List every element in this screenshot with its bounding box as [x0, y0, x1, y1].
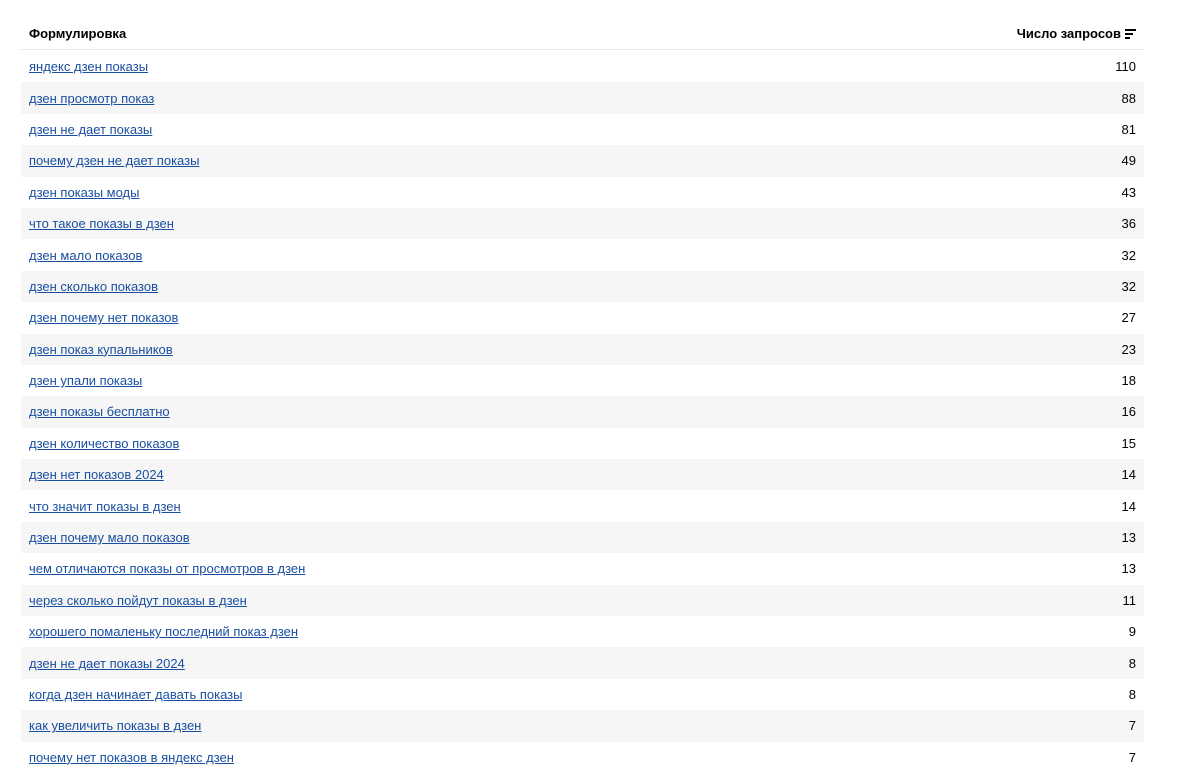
- query-count: 32: [1121, 278, 1136, 294]
- query-count: 32: [1121, 247, 1136, 263]
- query-count: 13: [1121, 530, 1136, 546]
- queries-table: Формулировка Число запросов яндекс дзен …: [21, 18, 1144, 773]
- query-count: 11: [1122, 592, 1137, 608]
- table-row: дзен упали показы 18: [21, 365, 1144, 396]
- phrase-link[interactable]: дзен почему мало показов: [29, 530, 190, 545]
- phrase-link[interactable]: как увеличить показы в дзен: [29, 718, 201, 733]
- table-row: когда дзен начинает давать показы 8: [21, 679, 1144, 710]
- table-row: дзен показы моды 43: [21, 177, 1144, 208]
- query-count: 27: [1121, 310, 1136, 326]
- query-count: 8: [1128, 687, 1136, 702]
- query-count: 110: [1115, 59, 1136, 75]
- table-row: дзен количество показов 15: [21, 428, 1144, 459]
- query-count: 14: [1121, 498, 1136, 514]
- query-count: 16: [1121, 404, 1136, 420]
- table-row: дзен нет показов 2024 14: [21, 459, 1144, 491]
- phrase-link[interactable]: дзен показы бесплатно: [29, 404, 170, 419]
- query-count: 18: [1121, 373, 1136, 389]
- phrase-link[interactable]: дзен показ купальников: [29, 342, 173, 357]
- phrase-column-header: Формулировка: [29, 26, 127, 41]
- table-row: чем отличаются показы от просмотров в дз…: [21, 553, 1144, 584]
- phrase-link[interactable]: дзен почему нет показов: [29, 310, 178, 325]
- table-row: дзен просмотр показ 88: [21, 82, 1144, 114]
- table-row: что значит показы в дзен 14: [21, 490, 1144, 521]
- query-count: 8: [1128, 655, 1136, 671]
- table-row: как увеличить показы в дзен 7: [21, 710, 1144, 742]
- table-body: яндекс дзен показы 110 дзен просмотр показ…: [21, 51, 1144, 773]
- table-row: почему дзен не дает показы 49: [21, 145, 1144, 177]
- phrase-link[interactable]: дзен показы моды: [29, 185, 139, 200]
- phrase-link[interactable]: через сколько пойдут показы в дзен: [29, 593, 247, 608]
- sort-descending-icon[interactable]: [1125, 28, 1136, 40]
- query-count: 23: [1121, 341, 1136, 357]
- phrase-link[interactable]: дзен нет показов 2024: [29, 467, 164, 482]
- phrase-link[interactable]: чем отличаются показы от просмотров в дз…: [29, 561, 305, 576]
- phrase-link[interactable]: почему нет показов в яндекс дзен: [29, 750, 234, 765]
- phrase-link[interactable]: дзен сколько показов: [29, 279, 158, 294]
- phrase-link[interactable]: почему дзен не дает показы: [29, 153, 199, 168]
- table-row: через сколько пойдут показы в дзен 11: [21, 584, 1144, 617]
- query-count: 14: [1121, 467, 1136, 483]
- phrase-link[interactable]: дзен просмотр показ: [29, 91, 154, 106]
- table-row: дзен мало показов 32: [21, 239, 1144, 270]
- count-column-label: Число запросов: [1016, 26, 1121, 41]
- table-header: Формулировка Число запросов: [21, 18, 1144, 50]
- table-row: яндекс дзен показы 110: [21, 51, 1144, 82]
- phrase-link[interactable]: что значит показы в дзен: [29, 499, 181, 514]
- query-count: 88: [1121, 90, 1136, 106]
- query-count: 7: [1128, 749, 1136, 765]
- phrase-link[interactable]: дзен мало показов: [29, 248, 142, 263]
- table-row: почему нет показов в яндекс дзен 7: [21, 742, 1144, 773]
- count-column-header[interactable]: Число запросов: [1017, 26, 1136, 41]
- phrase-link[interactable]: дзен упали показы: [29, 373, 142, 388]
- table-row: дзен не дает показы 2024 8: [21, 647, 1144, 679]
- table-row: что такое показы в дзен 36: [21, 207, 1144, 240]
- table-row: дзен сколько показов 32: [21, 270, 1144, 303]
- phrase-link[interactable]: дзен не дает показы 2024: [29, 656, 185, 671]
- query-count: 43: [1121, 184, 1136, 200]
- table-row: хорошего помаленьку последний показ дзен…: [21, 616, 1144, 647]
- table-row: дзен почему мало показов 13: [21, 521, 1144, 554]
- phrase-link[interactable]: яндекс дзен показы: [29, 59, 148, 74]
- table-row: дзен показ купальников 23: [21, 333, 1144, 365]
- table-row: дзен почему нет показов 27: [21, 302, 1144, 333]
- phrase-link[interactable]: хорошего помаленьку последний показ дзен: [29, 624, 298, 639]
- phrase-link[interactable]: дзен не дает показы: [29, 122, 152, 137]
- table-row: дзен показы бесплатно 16: [21, 396, 1144, 428]
- query-count: 49: [1121, 153, 1136, 169]
- query-count: 81: [1121, 121, 1136, 137]
- phrase-link[interactable]: когда дзен начинает давать показы: [29, 687, 243, 702]
- query-count: 9: [1128, 624, 1136, 640]
- phrase-link[interactable]: дзен количество показов: [29, 436, 179, 451]
- query-count: 7: [1128, 718, 1136, 734]
- table-row: дзен не дает показы 81: [21, 114, 1144, 145]
- query-count: 36: [1121, 216, 1136, 232]
- query-count: 15: [1121, 435, 1136, 451]
- query-count: 13: [1121, 561, 1136, 577]
- phrase-link[interactable]: что такое показы в дзен: [29, 216, 174, 231]
